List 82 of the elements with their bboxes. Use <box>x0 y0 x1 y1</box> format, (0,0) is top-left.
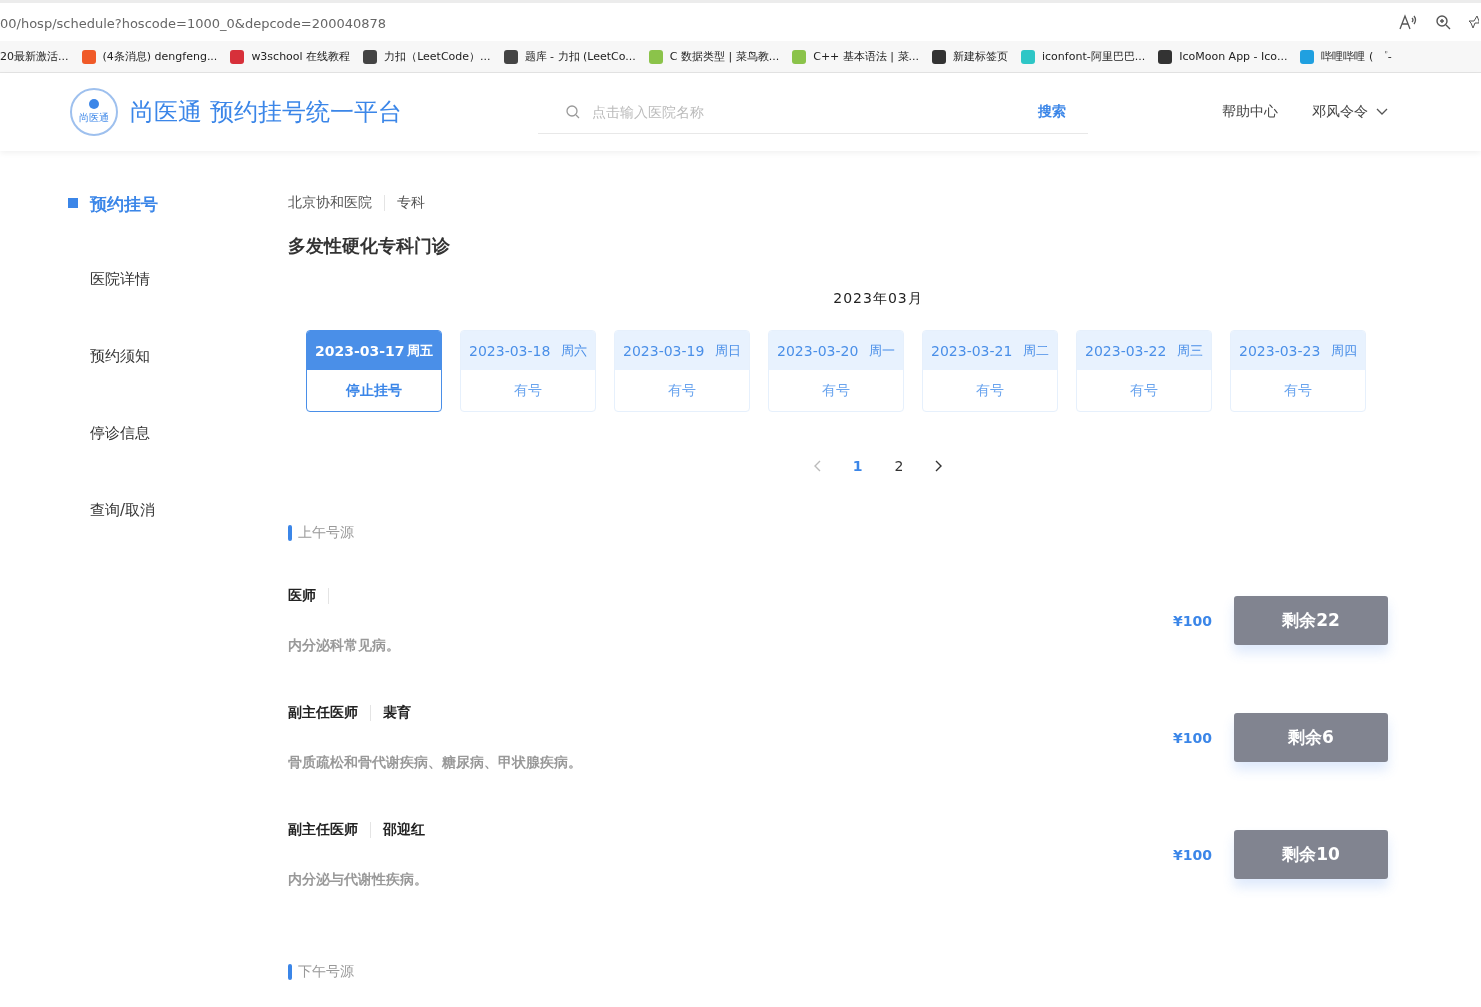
weekday-label: 周六 <box>561 341 587 360</box>
month-label: 2023年03月 <box>832 290 924 308</box>
section-title: 下午号源 <box>298 963 354 981</box>
search-button[interactable]: 搜索 <box>1016 102 1088 121</box>
search-icon <box>566 104 580 119</box>
date-label: 2023-03-19 <box>623 342 705 359</box>
address-url[interactable]: 00/hosp/schedule?hoscode=1000_0&depcode=200040878 <box>0 13 387 31</box>
sidebar-item[interactable]: 停诊信息 <box>68 424 288 501</box>
date-label: 2023-03-21 <box>931 342 1013 359</box>
availability-status: 有号 <box>513 380 543 400</box>
site-icon <box>792 49 807 64</box>
chevron-down-icon <box>1376 108 1388 116</box>
doctor-specialty: 骨质疏松和骨代谢疾病、糖尿病、甲状腺疾病。 <box>288 753 583 772</box>
doctor-specialty: 内分泌科常见病。 <box>288 636 401 655</box>
breadcrumb-item[interactable]: 北京协和医院 <box>288 194 372 212</box>
remaining-button[interactable]: 剩余10 <box>1234 830 1388 879</box>
site-icon <box>1021 49 1035 64</box>
price-label: ¥100 <box>1173 612 1212 629</box>
site-icon <box>648 49 663 64</box>
bookmark-link[interactable]: 力扣（LeetCode）... <box>363 49 491 64</box>
chevron-right-icon[interactable] <box>935 460 944 472</box>
site-icon <box>932 49 946 64</box>
availability-status: 停止挂号 <box>345 380 403 400</box>
section-title: 上午号源 <box>298 524 354 542</box>
doctor-name: 裴育 <box>383 703 411 722</box>
price-label: ¥100 <box>1173 846 1212 863</box>
doctor-specialty: 内分泌与代谢性疾病。 <box>288 870 429 889</box>
doctor-title: 副主任医师 <box>288 820 358 839</box>
site-icon <box>1300 49 1315 64</box>
bookmark-link[interactable]: C 数据类型 | 菜鸟教... <box>648 49 780 64</box>
weekday-label: 周二 <box>1023 341 1049 360</box>
logo-badge: 尚医通 <box>70 88 118 136</box>
doctor-name: 邵迎红 <box>383 820 425 839</box>
date-label: 2023-03-20 <box>777 342 859 359</box>
date-card[interactable]: 2023-03-17 周五 停止挂号 <box>306 330 442 412</box>
help-link[interactable]: 帮助中心 <box>1222 103 1278 121</box>
weekday-label: 周一 <box>869 341 895 360</box>
site-icon <box>503 49 518 64</box>
date-label: 2023-03-18 <box>469 342 551 359</box>
sidebar-item[interactable]: 预约须知 <box>68 347 288 424</box>
availability-status: 有号 <box>975 380 1005 400</box>
sidebar-item[interactable]: 预约挂号 <box>68 193 288 270</box>
bookmark-link[interactable]: 新建标签页 <box>932 49 1008 64</box>
site-icon <box>230 49 245 64</box>
site-icon <box>81 49 96 64</box>
remaining-button[interactable]: 剩余6 <box>1234 713 1388 762</box>
site-icon <box>1158 49 1173 64</box>
remaining-button[interactable]: 剩余22 <box>1234 596 1388 645</box>
date-label: 2023-03-22 <box>1085 342 1167 359</box>
zoom-icon[interactable] <box>1435 14 1451 30</box>
date-label: 2023-03-23 <box>1239 342 1321 359</box>
date-label: 2023-03-17 <box>315 342 405 359</box>
availability-status: 有号 <box>1129 380 1159 400</box>
bookmark-link[interactable]: w3school 在线教程 <box>230 49 351 64</box>
bookmark-link[interactable]: 20最新激活... <box>0 49 69 64</box>
weekday-label: 周四 <box>1331 341 1357 360</box>
bookmark-link[interactable]: 题库 - 力扣 (LeetCo... <box>503 49 636 64</box>
bookmark-link[interactable]: IcoMoon App - Ico... <box>1158 49 1288 64</box>
doctor-title: 医师 <box>288 586 316 605</box>
breadcrumb-item[interactable]: 专科 <box>397 194 425 212</box>
price-label: ¥100 <box>1173 729 1212 746</box>
page-number[interactable]: 2 <box>894 458 904 474</box>
doctor-title: 副主任医师 <box>288 703 358 722</box>
availability-status: 有号 <box>667 380 697 400</box>
department-title: 多发性硬化专科门诊 <box>288 234 451 258</box>
user-menu[interactable]: 邓风令令 <box>1312 103 1388 121</box>
bookmark-link[interactable]: C++ 基本语法 | 菜... <box>792 49 919 64</box>
sidebar-item[interactable]: 查询/取消 <box>68 501 288 578</box>
weekday-label: 周日 <box>715 341 741 360</box>
read-aloud-icon[interactable] <box>1399 14 1417 30</box>
bookmark-link[interactable]: iconfont-阿里巴巴... <box>1021 49 1146 64</box>
bookmark-link[interactable]: 哔哩哔哩 ( ゜- <box>1300 49 1392 64</box>
site-title: 尚医通 预约挂号统一平台 <box>130 97 402 128</box>
availability-status: 有号 <box>821 380 851 400</box>
page-number[interactable]: 1 <box>852 458 863 474</box>
search-field[interactable]: 点击输入医院名称 搜索 <box>538 90 1088 134</box>
availability-status: 有号 <box>1283 380 1313 400</box>
weekday-label: 周三 <box>1177 341 1203 360</box>
site-icon <box>363 49 378 64</box>
sidebar-item[interactable]: 医院详情 <box>68 270 288 347</box>
weekday-label: 周五 <box>407 341 433 360</box>
bookmark-link[interactable]: (4条消息) dengfeng... <box>81 49 218 64</box>
